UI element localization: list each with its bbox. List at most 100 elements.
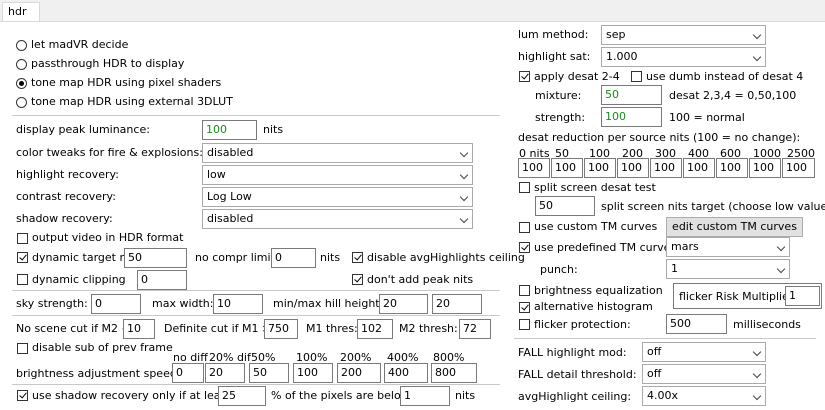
shadow-recovery-select[interactable]: disabled [202, 209, 473, 229]
flicker-protection-input[interactable]: 500 [666, 314, 727, 334]
mixture-label: mixture: [535, 89, 582, 102]
hill-max-input[interactable]: 20 [432, 294, 482, 314]
flicker-protection-label: flicker protection: [534, 318, 631, 331]
mode-radio-madvr-decide[interactable] [16, 40, 27, 51]
speed-input-6[interactable]: 800 [431, 363, 477, 383]
dynamic-clipping-input[interactable]: 0 [137, 270, 187, 290]
max-width-label: max width: [152, 297, 214, 310]
dont-add-peak-label: don't add peak nits [367, 273, 474, 286]
highlight-sat-label: highlight sat: [518, 50, 591, 63]
split-screen-input[interactable]: 50 [535, 196, 595, 216]
lum-method-value: sep [606, 28, 626, 41]
strength-input[interactable]: 100 [601, 107, 662, 127]
mode-radio-pixel-shaders[interactable] [16, 78, 27, 89]
shadow-only-nits-input[interactable]: 1 [400, 386, 450, 406]
fall-highlight-label: FALL highlight mod: [518, 346, 627, 359]
dynamic-clipping-label: dynamic clipping [32, 273, 126, 286]
no-compr-input[interactable]: 0 [271, 248, 316, 268]
fall-highlight-select[interactable]: off [642, 342, 766, 362]
speed-input-4[interactable]: 200 [337, 363, 381, 383]
desat-input-3[interactable]: 100 [617, 158, 649, 178]
m2-thresh-input[interactable]: 72 [459, 319, 491, 339]
speed-input-3[interactable]: 100 [293, 363, 333, 383]
speed-input-2[interactable]: 50 [249, 363, 289, 383]
desat-input-8[interactable]: 100 [782, 158, 815, 178]
fall-highlight-value: off [647, 345, 662, 358]
dynamic-clipping-checkbox[interactable] [17, 274, 28, 285]
apply-desat-checkbox[interactable] [519, 71, 530, 82]
hill-height-label: min/max hill height: [273, 297, 384, 310]
no-scene-cut-input[interactable]: 10 [123, 319, 155, 339]
highlight-sat-value: 1.000 [606, 50, 638, 63]
disable-sub-prev-checkbox[interactable] [17, 343, 28, 354]
avg-ceiling-select[interactable]: 4.00x [642, 386, 766, 406]
no-scene-cut-label: No scene cut if M2 < [16, 322, 131, 335]
desat-input-7[interactable]: 100 [749, 158, 781, 178]
contrast-recovery-select[interactable]: Log Low [202, 187, 473, 207]
speed-input-1[interactable]: 20 [205, 363, 245, 383]
desat-input-4[interactable]: 100 [650, 158, 682, 178]
divider [12, 384, 500, 385]
sky-strength-label: sky strength: [16, 297, 88, 310]
shadow-only-label: use shadow recovery only if at least: [32, 389, 235, 402]
tab-bar: hdr [0, 0, 825, 22]
dynamic-target-checkbox[interactable] [17, 252, 28, 263]
punch-label: punch: [540, 263, 578, 276]
m1-thres-input[interactable]: 102 [357, 319, 393, 339]
flicker-risk-input[interactable]: 1 [785, 286, 820, 306]
divider [12, 290, 500, 291]
disable-avg-label: disable avgHighlights ceiling [367, 251, 525, 264]
desat-input-6[interactable]: 100 [716, 158, 748, 178]
split-screen-label: split screen desat test [534, 181, 656, 194]
desat-input-0[interactable]: 100 [518, 158, 550, 178]
highlight-recovery-label: highlight recovery: [16, 168, 119, 181]
output-hdr-checkbox[interactable] [17, 233, 28, 244]
display-peak-input[interactable]: 100 [202, 120, 257, 140]
shadow-only-checkbox[interactable] [17, 390, 28, 401]
dynamic-target-input[interactable]: 50 [124, 248, 187, 268]
highlight-recovery-select[interactable]: low [202, 165, 473, 185]
disable-avg-checkbox[interactable] [352, 252, 363, 263]
mode-radio-passthrough[interactable] [16, 59, 27, 70]
speed-input-5[interactable]: 400 [384, 363, 428, 383]
highlight-sat-select[interactable]: 1.000 [601, 47, 766, 67]
desat-input-1[interactable]: 100 [551, 158, 583, 178]
chevron-down-icon [459, 148, 469, 158]
no-compr-unit: nits [320, 251, 341, 264]
strength-label: strength: [535, 111, 586, 124]
punch-select[interactable]: 1 [666, 259, 790, 279]
contrast-recovery-label: contrast recovery: [16, 190, 116, 203]
flicker-protection-unit: milliseconds [733, 318, 801, 331]
predefined-tm-select[interactable]: mars [666, 237, 790, 257]
mode-radio-3dlut[interactable] [16, 97, 27, 108]
tab-hdr[interactable]: hdr [2, 2, 40, 21]
color-tweaks-label: color tweaks for fire & explosions: [16, 146, 203, 159]
max-width-input[interactable]: 10 [213, 294, 263, 314]
split-screen-checkbox[interactable] [519, 182, 530, 193]
desat-input-2[interactable]: 100 [584, 158, 616, 178]
chevron-down-icon [776, 264, 786, 274]
fall-detail-select[interactable]: off [642, 364, 766, 384]
use-dumb-checkbox[interactable] [631, 71, 642, 82]
shadow-only-percent-input[interactable]: 25 [218, 386, 266, 406]
alt-histogram-checkbox[interactable] [519, 302, 530, 313]
desat-input-5[interactable]: 100 [683, 158, 715, 178]
fall-detail-label: FALL detail threshold: [518, 368, 637, 381]
brightness-eq-checkbox[interactable] [519, 285, 530, 296]
sky-strength-input[interactable]: 0 [91, 294, 141, 314]
lum-method-label: lum method: [518, 28, 589, 41]
speed-input-0[interactable]: 0 [172, 363, 204, 383]
dont-add-peak-checkbox[interactable] [352, 274, 363, 285]
mixture-input[interactable]: 50 [601, 85, 662, 105]
color-tweaks-select[interactable]: disabled [202, 143, 473, 163]
hill-min-input[interactable]: 20 [379, 294, 428, 314]
custom-tm-checkbox[interactable] [519, 222, 530, 233]
no-compr-label: no compr limit: [195, 251, 279, 264]
predefined-tm-checkbox[interactable] [519, 242, 530, 253]
edit-custom-tm-button[interactable]: edit custom TM curves [666, 217, 803, 237]
chevron-down-icon [752, 52, 762, 62]
lum-method-select[interactable]: sep [601, 25, 766, 45]
flicker-protection-checkbox[interactable] [519, 319, 530, 330]
definite-cut-input[interactable]: 750 [264, 319, 298, 339]
output-hdr-label: output video in HDR format [32, 231, 184, 244]
